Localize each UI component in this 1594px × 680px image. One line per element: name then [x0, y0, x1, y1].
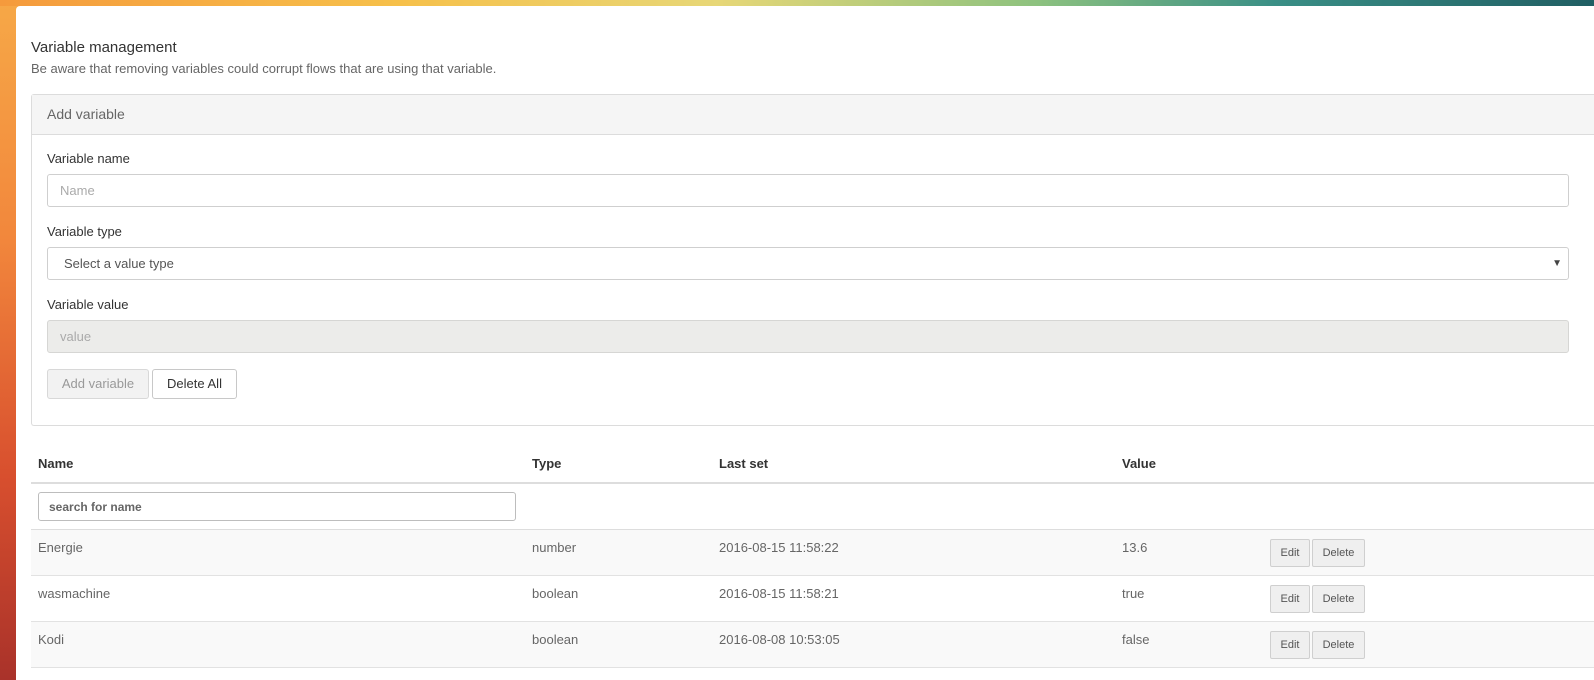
row-value: true: [1122, 586, 1145, 601]
row-name: Energie: [38, 540, 83, 555]
variable-name-input[interactable]: [47, 174, 1569, 207]
variable-type-select[interactable]: Select a value type ▼: [47, 247, 1569, 280]
name-search-input[interactable]: [38, 492, 516, 521]
row-type: boolean: [532, 586, 579, 601]
row-last-set: 2016-08-15 11:58:21: [719, 586, 839, 601]
add-variable-button[interactable]: Add variable: [47, 369, 149, 399]
variable-name-label: Variable name: [47, 151, 130, 166]
delete-button[interactable]: Delete: [1312, 631, 1365, 659]
page-subtitle: Be aware that removing variables could c…: [31, 61, 497, 76]
row-value: false: [1122, 632, 1150, 647]
main-card: Variable management Be aware that removi…: [16, 6, 1594, 680]
row-type: boolean: [532, 632, 579, 647]
column-header-value: Value: [1122, 456, 1156, 471]
edit-button[interactable]: Edit: [1270, 631, 1310, 659]
variable-value-input[interactable]: [47, 320, 1569, 353]
column-header-name: Name: [38, 456, 74, 471]
row-last-set: 2016-08-15 11:58:22: [719, 540, 839, 555]
edit-button[interactable]: Edit: [1270, 539, 1310, 567]
column-header-type: Type: [532, 456, 562, 471]
table-row: Energie number 2016-08-15 11:58:22 13.6 …: [31, 530, 1594, 576]
column-header-last-set: Last set: [719, 456, 769, 471]
panel-heading: Add variable: [32, 95, 1594, 135]
header-divider: [31, 482, 1594, 484]
row-value: 13.6: [1122, 540, 1148, 555]
delete-button[interactable]: Delete: [1312, 539, 1365, 567]
delete-button[interactable]: Delete: [1312, 585, 1365, 613]
variable-type-selected: Select a value type: [64, 256, 174, 271]
table-row: wasmachine boolean 2016-08-15 11:58:21 t…: [31, 576, 1594, 622]
page-title: Variable management: [31, 39, 177, 56]
row-name: Kodi: [38, 632, 65, 647]
variable-type-label: Variable type: [47, 224, 122, 239]
row-type: number: [532, 540, 577, 555]
add-variable-panel: Add variable Variable name Variable type…: [31, 94, 1594, 426]
delete-all-button[interactable]: Delete All: [152, 369, 237, 399]
caret-down-icon: ▼: [1552, 258, 1562, 269]
variable-value-label: Variable value: [47, 297, 129, 312]
row-last-set: 2016-08-08 10:53:05: [719, 632, 840, 647]
edit-button[interactable]: Edit: [1270, 585, 1310, 613]
row-name: wasmachine: [38, 586, 111, 601]
table-row: Kodi boolean 2016-08-08 10:53:05 false E…: [31, 622, 1594, 668]
